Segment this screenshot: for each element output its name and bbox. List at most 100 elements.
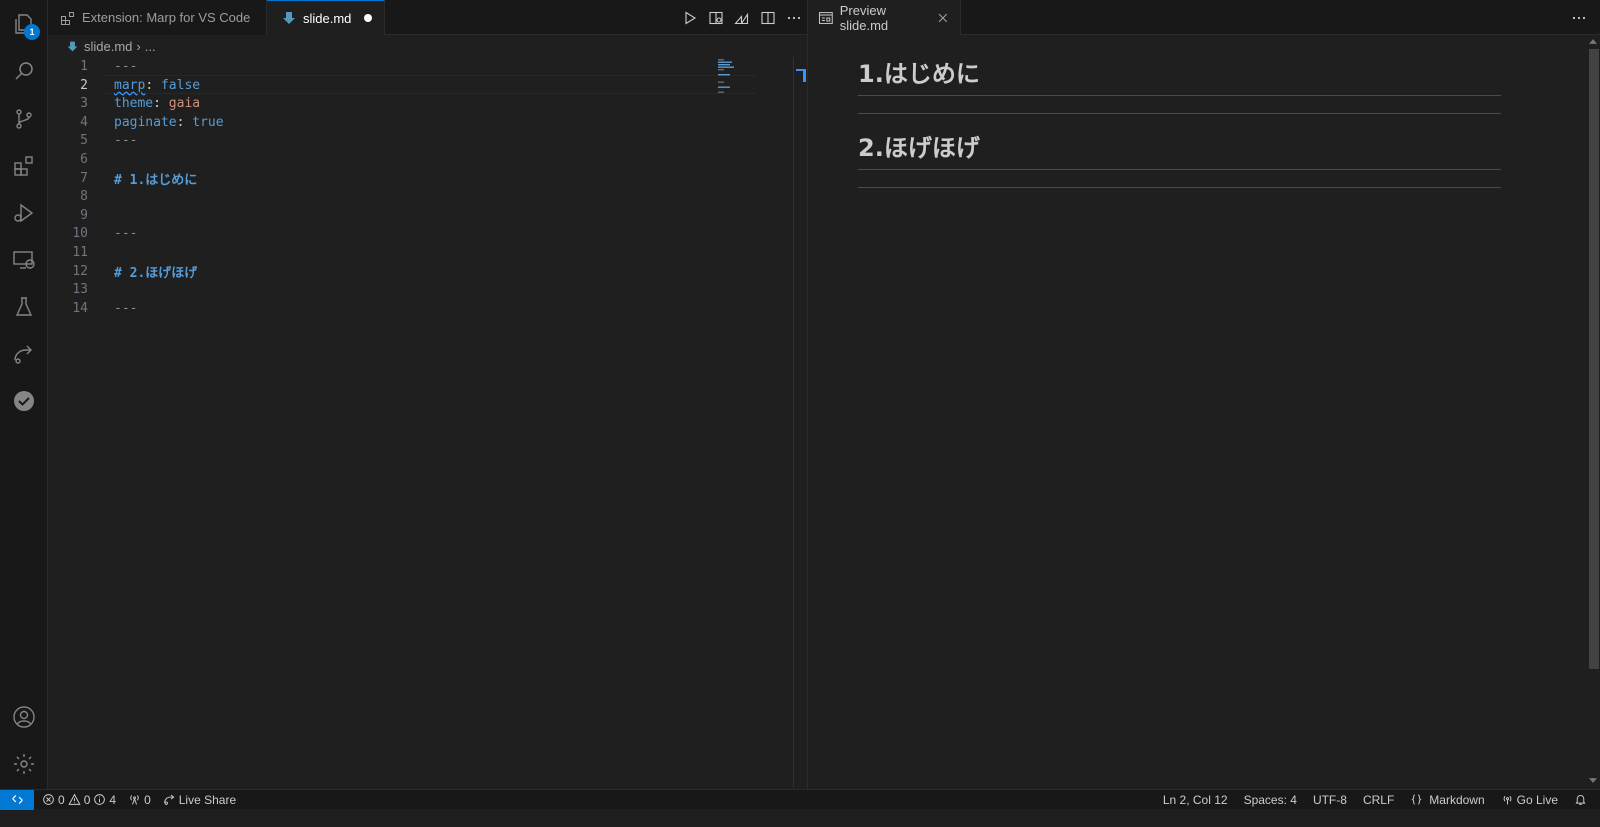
bell-icon	[1575, 795, 1586, 805]
line-number: 6	[80, 152, 88, 167]
line-text: ---	[114, 59, 138, 74]
live-share-icon	[163, 794, 175, 805]
line-text: ---	[114, 133, 138, 149]
error-count: 0	[58, 792, 65, 807]
tab-label: slide.md	[303, 10, 352, 26]
preview-heading: 2.ほげほげ	[858, 114, 1501, 170]
line-number: 4	[80, 114, 88, 130]
braces-icon	[1411, 794, 1422, 805]
yaml-value: false	[160, 77, 201, 93]
run-debug-icon[interactable]	[0, 189, 48, 237]
language-label: Markdown	[1429, 792, 1485, 807]
manage-gear-icon[interactable]	[0, 740, 48, 788]
warning-icon	[68, 793, 81, 805]
unsaved-dot-icon[interactable]	[364, 14, 372, 22]
status-bar: 0 0 4 0 Live Share Ln 2, Col 12 Spaces: …	[0, 789, 1600, 810]
editor-group-right: Preview slide.md 1.はじめに 2.ほげほげ	[808, 0, 1600, 807]
broadcast-icon	[1503, 795, 1512, 805]
ports-count: 0	[144, 792, 151, 807]
explorer-icon[interactable]: 1	[0, 0, 48, 48]
problems-indicator[interactable]: 0 0 4	[34, 790, 122, 810]
scrollbar-thumb[interactable]	[1589, 49, 1599, 669]
cursor-position[interactable]: Ln 2, Col 12	[1155, 790, 1236, 810]
minimap[interactable]	[716, 57, 786, 97]
line-number: 1	[80, 59, 88, 74]
explorer-badge: 1	[24, 24, 40, 40]
notifications-button[interactable]	[1566, 790, 1600, 810]
scroll-down-icon[interactable]	[1589, 778, 1597, 783]
markdown-icon	[283, 12, 295, 24]
info-icon	[94, 794, 106, 805]
editor-line: 1 ---	[48, 57, 808, 76]
encoding[interactable]: UTF-8	[1305, 790, 1355, 810]
end-of-line[interactable]: CRLF	[1355, 790, 1402, 810]
split-editor-icon[interactable]	[755, 7, 781, 29]
warning-count: 0	[83, 792, 91, 807]
line-number: 9	[80, 207, 88, 223]
editor-line: 14 ---	[48, 299, 808, 318]
overview-ruler-border	[793, 57, 794, 787]
testing-icon[interactable]	[0, 283, 48, 331]
more-actions-icon[interactable]	[1566, 7, 1592, 29]
editor-line: 6	[48, 150, 808, 169]
markdown-icon	[67, 41, 78, 51]
extensions-icon[interactable]	[0, 142, 48, 190]
search-icon[interactable]	[0, 47, 48, 95]
editor-line: 3 theme: gaia	[48, 94, 808, 113]
tab-preview-slide-md[interactable]: Preview slide.md	[808, 0, 961, 35]
yaml-colon: :	[153, 96, 169, 112]
editor-line: 13	[48, 280, 808, 299]
markdown-heading: # 2.ほげほげ	[114, 265, 198, 281]
line-number: 5	[80, 133, 88, 149]
line-number: 11	[72, 245, 88, 260]
line-text: ---	[114, 226, 138, 242]
open-preview-to-side-icon[interactable]	[703, 7, 729, 29]
breadcrumb-symbols[interactable]: ...	[145, 39, 156, 54]
markdown-preview: 1.はじめに 2.ほげほげ	[858, 40, 1501, 188]
editor-toolbar	[677, 0, 807, 35]
line-number: 8	[80, 189, 88, 205]
language-mode[interactable]: Markdown	[1402, 790, 1492, 810]
editor-toolbar	[1566, 0, 1592, 35]
line-number: 7	[80, 170, 88, 186]
marp-icon[interactable]	[729, 7, 755, 29]
ports-indicator[interactable]: 0	[122, 790, 157, 810]
run-icon[interactable]	[677, 7, 703, 29]
code-editor[interactable]: 1 --- 2 marp: false 3 theme: gaia 4 paginate…	[48, 57, 808, 807]
scroll-up-icon[interactable]	[1589, 39, 1597, 44]
yaml-colon: :	[176, 114, 193, 130]
indentation[interactable]: Spaces: 4	[1236, 790, 1305, 810]
extensions-icon	[61, 11, 74, 25]
line-text: ---	[114, 300, 138, 316]
line-number: 13	[72, 282, 88, 298]
remote-explorer-icon[interactable]	[0, 236, 48, 284]
preview-heading: 1.はじめに	[858, 40, 1501, 96]
tab-label: Preview slide.md	[839, 3, 889, 33]
todo-check-icon[interactable]	[0, 377, 48, 425]
live-share-status[interactable]: Live Share	[157, 790, 242, 810]
info-count: 4	[109, 792, 117, 807]
close-icon[interactable]	[936, 11, 950, 25]
remote-indicator[interactable]	[0, 789, 34, 810]
activity-bar: 1	[0, 0, 48, 807]
breadcrumb-separator-icon: ›	[136, 38, 141, 54]
preview-rule	[858, 187, 1501, 188]
line-number: 2	[80, 77, 88, 93]
live-share-icon[interactable]	[0, 330, 48, 378]
source-control-icon[interactable]	[0, 95, 48, 143]
tab-slide-md[interactable]: slide.md	[267, 0, 385, 35]
tab-extension-marp[interactable]: Extension: Marp for VS Code	[48, 0, 267, 35]
accounts-icon[interactable]	[0, 693, 48, 741]
line-number: 10	[72, 226, 88, 242]
remote-icon	[11, 795, 23, 804]
editor-line: 10 ---	[48, 224, 808, 243]
breadcrumb: slide.md › ...	[48, 35, 156, 57]
markdown-heading: # 1.はじめに	[114, 172, 198, 188]
go-live-button[interactable]: Go Live	[1493, 790, 1566, 810]
line-number: 3	[80, 96, 88, 112]
editor-line: 5 ---	[48, 131, 808, 150]
preview-scrollbar[interactable]	[1586, 35, 1600, 787]
breadcrumb-file[interactable]: slide.md	[84, 39, 132, 54]
more-actions-icon[interactable]	[781, 7, 807, 29]
editor-line: 12 # 2.ほげほげ	[48, 262, 808, 281]
